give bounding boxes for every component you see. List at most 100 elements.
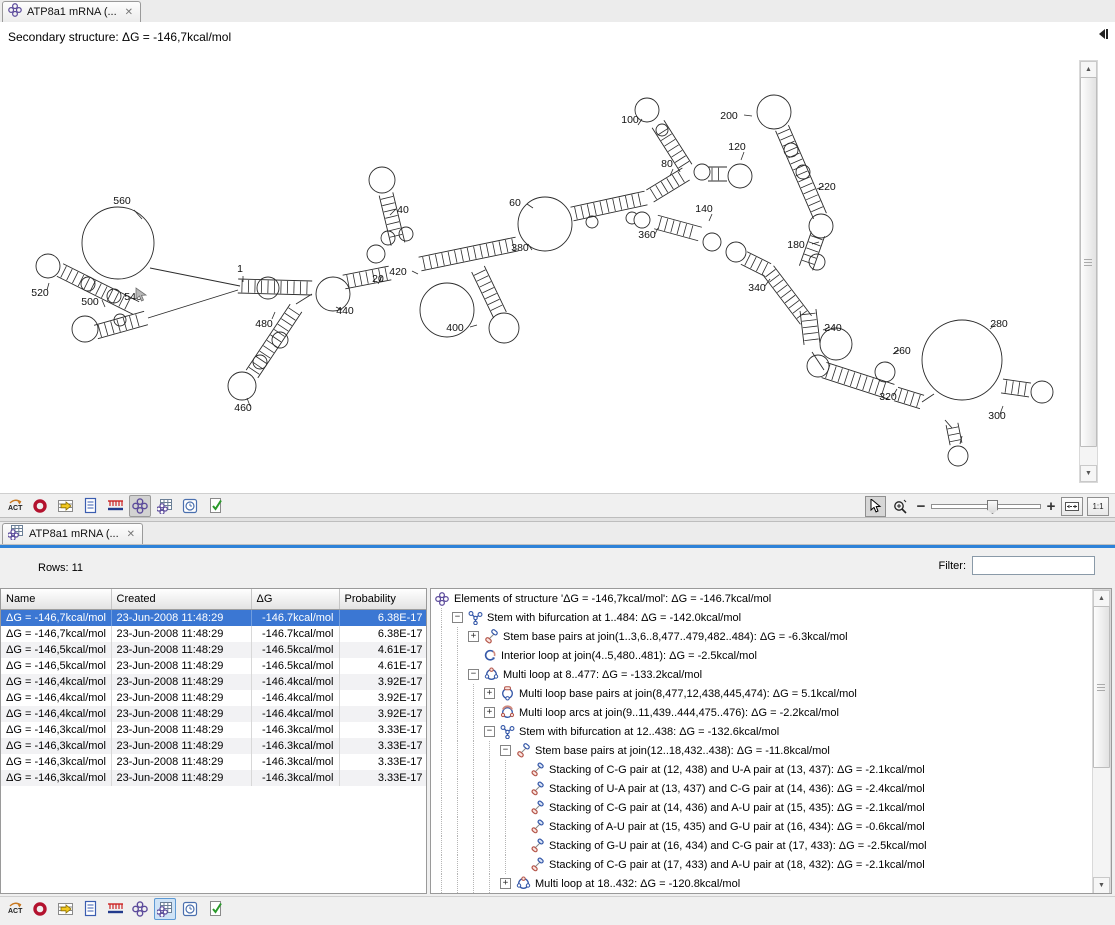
table-row[interactable]: ΔG = -146,7kcal/mol23-Jun-2008 11:48:29-…	[1, 610, 427, 627]
table-row[interactable]: ΔG = -146,4kcal/mol23-Jun-2008 11:48:29-…	[1, 690, 427, 706]
collapse-icon[interactable]: −	[500, 745, 511, 756]
history-view-button[interactable]	[179, 898, 201, 920]
tab-secondary-structure[interactable]: ATP8a1 mRNA (... ✕	[2, 1, 141, 22]
tree-item-label: Stem with bifurcation at 1..484: ΔG = -1…	[487, 612, 741, 624]
scroll-down-icon[interactable]: ▼	[1080, 465, 1097, 482]
element-info-view-button[interactable]	[204, 495, 226, 517]
fit-width-button[interactable]	[1061, 497, 1083, 516]
column-header-probability[interactable]: Probability	[339, 589, 427, 610]
table-row[interactable]: ΔG = -146,3kcal/mol23-Jun-2008 11:48:29-…	[1, 738, 427, 754]
circular-view-button[interactable]	[29, 898, 51, 920]
table-export-view-button[interactable]	[54, 898, 76, 920]
name-cell: ΔG = -146,3kcal/mol	[1, 770, 111, 786]
table-row[interactable]: ΔG = -146,5kcal/mol23-Jun-2008 11:48:29-…	[1, 642, 427, 658]
tree-row[interactable]: Elements of structure 'ΔG = -146,7kcal/m…	[431, 589, 1111, 608]
structure-view-canvas[interactable]: 5605205005401480460204404042040038060801…	[0, 22, 1115, 493]
tree-row[interactable]: Stacking of U-A pair at (13, 437) and C-…	[431, 779, 1111, 798]
tree-row[interactable]: +Multi loop arcs at join(9..11,439..444,…	[431, 703, 1111, 722]
table-row[interactable]: ΔG = -146,3kcal/mol23-Jun-2008 11:48:29-…	[1, 770, 427, 786]
annotation-view-button[interactable]	[104, 898, 126, 920]
scroll-up-icon[interactable]: ▲	[1080, 61, 1097, 78]
table-export-view-button[interactable]	[54, 495, 76, 517]
scroll-up-icon[interactable]: ▲	[1093, 590, 1110, 607]
sequence-view-button[interactable]: ACT	[4, 898, 26, 920]
table-export-view-icon	[57, 901, 74, 917]
filter-input[interactable]	[972, 556, 1095, 575]
structure-elements-view-icon	[157, 901, 173, 917]
zoom-tool-button[interactable]	[890, 496, 911, 517]
tree-row[interactable]: −Stem base pairs at join(12..18,432..438…	[431, 741, 1111, 760]
zoom-in-button[interactable]: +	[1045, 498, 1057, 515]
tree-row[interactable]: +Multi loop base pairs at join(8,477,12,…	[431, 684, 1111, 703]
expand-icon[interactable]: +	[468, 631, 479, 642]
element-info-view-button[interactable]	[204, 898, 226, 920]
table-row[interactable]: ΔG = -146,7kcal/mol23-Jun-2008 11:48:29-…	[1, 626, 427, 642]
structure-elements-view-button[interactable]	[154, 898, 176, 920]
zoom-slider-track[interactable]	[931, 504, 1041, 509]
scrollbar-thumb[interactable]	[1093, 606, 1110, 768]
pointer-tool-button[interactable]	[865, 496, 886, 517]
stem-bifurcation-icon	[467, 610, 483, 626]
table-row[interactable]: ΔG = -146,4kcal/mol23-Jun-2008 11:48:29-…	[1, 706, 427, 722]
probability-cell: 3.92E-17	[339, 674, 427, 690]
column-header-created[interactable]: Created	[111, 589, 251, 610]
close-icon[interactable]: ✕	[125, 7, 133, 18]
circular-view-button[interactable]	[29, 495, 51, 517]
dg-cell: -146.5kcal/mol	[251, 642, 339, 658]
collapse-icon[interactable]: −	[452, 612, 463, 623]
expand-icon[interactable]: +	[500, 878, 511, 889]
tree-row[interactable]: Interior loop at join(4..5,480..481): ΔG…	[431, 646, 1111, 665]
structure-elements-view-icon	[157, 498, 173, 514]
secondary-structure-view-button[interactable]	[129, 898, 151, 920]
table-row[interactable]: ΔG = -146,5kcal/mol23-Jun-2008 11:48:29-…	[1, 658, 427, 674]
position-label-520: 520	[31, 287, 49, 299]
tree-row[interactable]: Stacking of C-G pair at (12, 438) and U-…	[431, 760, 1111, 779]
structure-elements-view-button[interactable]	[154, 495, 176, 517]
zoom-slider[interactable]	[931, 498, 1041, 514]
table-row[interactable]: ΔG = -146,3kcal/mol23-Jun-2008 11:48:29-…	[1, 754, 427, 770]
tree-row[interactable]: Stacking of C-G pair at (17, 433) and A-…	[431, 855, 1111, 874]
circular-view-icon	[32, 498, 48, 514]
tab-structure-elements[interactable]: ATP8a1 mRNA (... ✕	[2, 523, 143, 544]
expand-icon[interactable]: +	[484, 688, 495, 699]
name-cell: ΔG = -146,4kcal/mol	[1, 674, 111, 690]
column-header-name[interactable]: Name	[1, 589, 111, 610]
dg-cell: -146.4kcal/mol	[251, 690, 339, 706]
scroll-down-icon[interactable]: ▼	[1093, 877, 1110, 894]
close-icon[interactable]: ✕	[127, 529, 135, 540]
tree-row[interactable]: Stacking of G-U pair at (16, 434) and C-…	[431, 836, 1111, 855]
collapse-icon[interactable]: −	[484, 726, 495, 737]
text-view-button[interactable]	[79, 495, 101, 517]
tree-row[interactable]: −Stem with bifurcation at 12..438: ΔG = …	[431, 722, 1111, 741]
filter-label: Filter:	[939, 560, 967, 572]
structure-vertical-scrollbar[interactable]: ▲ ▼	[1079, 60, 1098, 483]
tree-vertical-scrollbar[interactable]: ▲ ▼	[1092, 589, 1111, 894]
expand-icon[interactable]: +	[484, 707, 495, 718]
table-row[interactable]: ΔG = -146,3kcal/mol23-Jun-2008 11:48:29-…	[1, 722, 427, 738]
table-row[interactable]: ΔG = -146,4kcal/mol23-Jun-2008 11:48:29-…	[1, 674, 427, 690]
column-header--g[interactable]: ΔG	[251, 589, 339, 610]
tree-row[interactable]: − Stem with bifurcation at 1..484: ΔG = -…	[431, 608, 1111, 627]
zoom-slider-thumb[interactable]	[987, 500, 998, 514]
tree-row[interactable]: +Stem base pairs at join(1..3,6..8,477..…	[431, 627, 1111, 646]
collapse-icon[interactable]: −	[468, 669, 479, 680]
table-clover-icon	[8, 524, 24, 545]
structure-elements-panel: Rows: 11 Filter: NameCreatedΔGProbabilit…	[0, 548, 1115, 896]
secondary-structure-view-icon	[132, 498, 148, 514]
structures-table: NameCreatedΔGProbability ΔG = -146,7kcal…	[0, 588, 427, 894]
scrollbar-thumb[interactable]	[1080, 77, 1097, 447]
tree-row[interactable]: +Multi loop at 18..432: ΔG = -120.8kcal/…	[431, 874, 1111, 893]
history-view-button[interactable]	[179, 495, 201, 517]
secondary-structure-view-button[interactable]	[129, 495, 151, 517]
multi-loop-icon	[515, 876, 531, 892]
position-label-480: 480	[255, 318, 273, 330]
tree-row[interactable]: Stacking of A-U pair at (15, 435) and G-…	[431, 817, 1111, 836]
annotation-view-button[interactable]	[104, 495, 126, 517]
zoom-out-button[interactable]: −	[915, 498, 927, 515]
sequence-view-button[interactable]: ACT	[4, 495, 26, 517]
text-view-button[interactable]	[79, 898, 101, 920]
tree-row[interactable]: Stacking of C-G pair at (14, 436) and A-…	[431, 798, 1111, 817]
actual-size-button[interactable]: 1:1	[1087, 497, 1109, 516]
tree-row[interactable]: −Multi loop at 8..477: ΔG = -133.2kcal/m…	[431, 665, 1111, 684]
sidebar-toggle-icon[interactable]	[1095, 26, 1111, 42]
